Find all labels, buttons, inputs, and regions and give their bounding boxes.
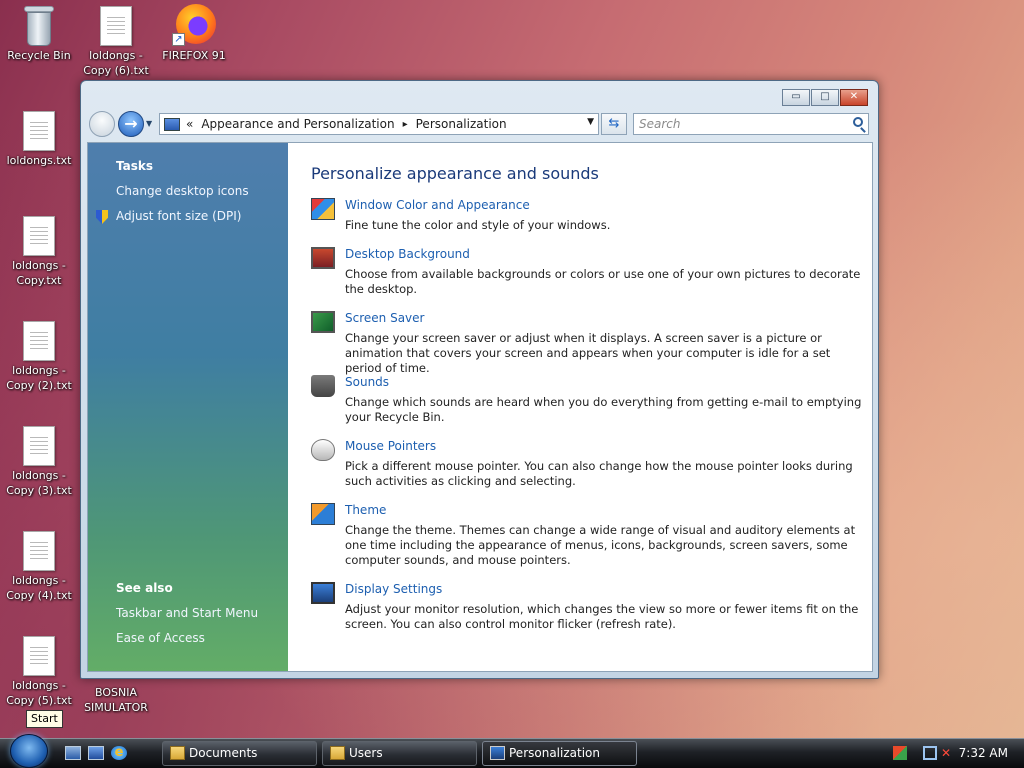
desktop-icon-label: loldongs - Copy (6).txt <box>83 49 149 77</box>
internet-explorer-icon[interactable]: e <box>111 746 127 760</box>
text-file-icon <box>23 111 55 151</box>
task-pane: Tasks Change desktop icons Adjust font s… <box>88 143 288 671</box>
folder-icon <box>170 746 185 760</box>
desktop-icon-file[interactable]: loldongs - Copy (2).txt <box>1 321 77 393</box>
desktop-icon-label: loldongs - Copy.txt <box>12 259 66 287</box>
option-title-link[interactable]: Theme <box>345 503 386 517</box>
address-dropdown-icon[interactable]: ▼ <box>587 117 594 127</box>
see-also-ease-of-access[interactable]: Ease of Access <box>116 631 205 645</box>
windows-update-icon[interactable] <box>893 746 907 760</box>
close-button[interactable]: ✕ <box>840 89 868 106</box>
desktop-icon-file[interactable]: loldongs.txt <box>1 111 77 168</box>
control-panel-icon <box>164 117 180 131</box>
maximize-button[interactable]: □ <box>811 89 839 106</box>
see-also-taskbar[interactable]: Taskbar and Start Menu <box>116 606 258 620</box>
desktop-icon-file[interactable]: loldongs - Copy (6).txt <box>78 6 154 78</box>
desktop-icon-file[interactable]: loldongs - Copy (3).txt <box>1 426 77 498</box>
desktop-background-icon[interactable] <box>311 247 335 269</box>
option-description: Fine tune the color and style of your wi… <box>345 218 611 232</box>
screen-saver-icon[interactable] <box>311 311 335 333</box>
see-also-heading: See also <box>116 581 173 595</box>
option-description: Choose from available backgrounds or col… <box>345 267 861 296</box>
clock[interactable]: 7:32 AM <box>959 746 1008 760</box>
text-file-icon <box>23 636 55 676</box>
network-icon[interactable] <box>923 746 937 760</box>
option-description: Adjust your monitor resolution, which ch… <box>345 602 859 631</box>
desktop-icon-label: BOSNIA SIMULATOR <box>84 686 148 714</box>
desktop-icon-recycle-bin[interactable]: Recycle Bin <box>1 4 77 63</box>
firefox-icon: ↗ <box>172 2 216 46</box>
option-title-link[interactable]: Desktop Background <box>345 247 470 261</box>
text-file-icon <box>100 6 132 46</box>
text-file-icon <box>23 321 55 361</box>
forward-button[interactable]: → <box>118 111 144 137</box>
breadcrumb-personalization[interactable]: Personalization <box>416 117 507 131</box>
text-file-icon <box>23 531 55 571</box>
window-controls: ▭ □ ✕ <box>781 89 868 106</box>
taskbar-button-personalization[interactable]: Personalization <box>482 741 637 766</box>
personalization-window: ▭ □ ✕ → ▼ « Appearance and Personalizati… <box>80 80 879 679</box>
refresh-button[interactable]: ⇆ <box>601 113 627 135</box>
search-placeholder: Search <box>639 117 681 131</box>
option-title-link[interactable]: Mouse Pointers <box>345 439 436 453</box>
minimize-button[interactable]: ▭ <box>782 89 810 106</box>
desktop-icon-file[interactable]: loldongs - Copy (5).txt <box>1 636 77 708</box>
main-panel: Personalize appearance and sounds Window… <box>311 143 871 671</box>
desktop-icon-label: Recycle Bin <box>7 49 71 62</box>
desktop-icon-firefox[interactable]: ↗ FIREFOX 91 <box>156 2 232 63</box>
sounds-icon[interactable] <box>311 375 335 397</box>
option-description: Change which sounds are heard when you d… <box>345 395 862 424</box>
desktop-icon-label: loldongs.txt <box>6 154 72 167</box>
recent-pages-dropdown[interactable]: ▼ <box>146 119 152 128</box>
mouse-icon[interactable] <box>311 439 335 461</box>
desktop-icon-label: loldongs - Copy (4).txt <box>6 574 72 602</box>
folder-icon <box>330 746 345 760</box>
option-title-link[interactable]: Display Settings <box>345 582 442 596</box>
taskbar-button-label: Documents <box>189 746 258 760</box>
task-adjust-font-size[interactable]: Adjust font size (DPI) <box>116 209 241 223</box>
taskbar-button-users[interactable]: Users <box>322 741 477 766</box>
task-change-desktop-icons[interactable]: Change desktop icons <box>116 184 249 198</box>
breadcrumb-appearance[interactable]: Appearance and Personalization <box>201 117 394 131</box>
desktop-icon-label: FIREFOX 91 <box>162 49 226 62</box>
theme-icon[interactable] <box>311 503 335 525</box>
option-description: Change your screen saver or adjust when … <box>345 331 831 375</box>
option-description: Pick a different mouse pointer. You can … <box>345 459 853 488</box>
window-color-icon[interactable] <box>311 198 335 220</box>
uac-shield-icon <box>96 210 108 224</box>
option-title-link[interactable]: Sounds <box>345 375 389 389</box>
content-area: Tasks Change desktop icons Adjust font s… <box>87 142 873 672</box>
option-title-link[interactable]: Window Color and Appearance <box>345 198 530 212</box>
desktop-icon-label: loldongs - Copy (3).txt <box>6 469 72 497</box>
breadcrumb-separator[interactable]: ▸ <box>403 119 408 130</box>
search-icon[interactable] <box>853 117 863 127</box>
display-icon <box>490 746 505 760</box>
text-file-icon <box>23 216 55 256</box>
address-overflow-chevron[interactable]: « <box>186 117 193 131</box>
text-file-icon <box>23 426 55 466</box>
search-input[interactable]: Search <box>633 113 869 135</box>
tasks-heading: Tasks <box>116 159 154 173</box>
desktop-icon-bosnia-simulator[interactable]: BOSNIA SIMULATOR <box>78 683 154 715</box>
desktop-icon-label: loldongs - Copy (2).txt <box>6 364 72 392</box>
start-button[interactable] <box>10 734 48 768</box>
display-settings-icon[interactable] <box>311 582 335 604</box>
option-description: Change the theme. Themes can change a wi… <box>345 523 856 567</box>
desktop-icon-file[interactable]: loldongs - Copy (4).txt <box>1 531 77 603</box>
option-title-link[interactable]: Screen Saver <box>345 311 424 325</box>
address-bar[interactable]: « Appearance and Personalization ▸ Perso… <box>159 113 599 135</box>
show-desktop-icon[interactable] <box>65 746 81 760</box>
volume-muted-icon[interactable]: ✕ <box>941 746 955 760</box>
page-title: Personalize appearance and sounds <box>311 164 599 183</box>
taskbar-button-label: Personalization <box>509 746 600 760</box>
taskbar-button-documents[interactable]: Documents <box>162 741 317 766</box>
taskbar-button-label: Users <box>349 746 383 760</box>
start-tooltip: Start <box>26 710 63 728</box>
desktop-icon-label: loldongs - Copy (5).txt <box>6 679 72 707</box>
back-button[interactable] <box>89 111 115 137</box>
recycle-bin-icon <box>22 4 56 46</box>
desktop-icon-file[interactable]: loldongs - Copy.txt <box>1 216 77 288</box>
system-tray: ✕ 7:32 AM <box>887 741 1024 766</box>
switch-windows-icon[interactable] <box>88 746 104 760</box>
